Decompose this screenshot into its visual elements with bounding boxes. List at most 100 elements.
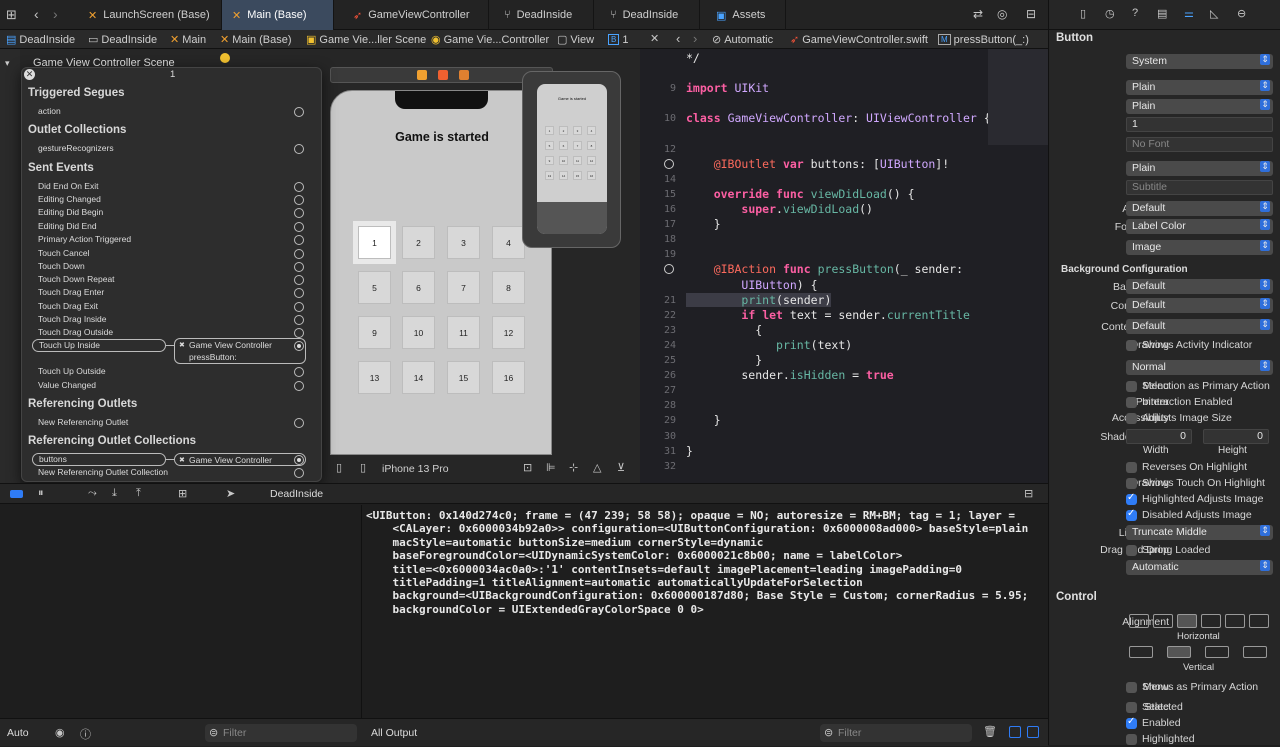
breakpoint-icon[interactable]	[10, 490, 23, 498]
attributes-icon[interactable]: ⚌	[1184, 7, 1194, 20]
game-button[interactable]: 11	[447, 316, 480, 349]
foreground-value-select[interactable]: Label Color	[1126, 219, 1273, 234]
device-model-label[interactable]: iPhone 13 Pro	[382, 463, 449, 475]
touch-highlight-checkbox[interactable]: Shows Touch On Highlight	[1126, 477, 1265, 489]
code-line[interactable]: {	[686, 323, 762, 337]
disconnect-icon[interactable]: ✖	[179, 340, 185, 351]
connection-circle-icon[interactable]	[294, 144, 304, 154]
state-highlighted-checkbox[interactable]: Highlighted	[1126, 733, 1195, 745]
shadow-width-field[interactable]: 0	[1126, 429, 1192, 444]
first-responder-icon[interactable]	[438, 70, 448, 80]
breadcrumb-folder[interactable]: ▭ DeadInside	[88, 31, 157, 48]
code-line[interactable]: }	[686, 353, 762, 367]
insets-value-select[interactable]: Default	[1126, 319, 1273, 334]
grid-icon[interactable]: ⊞	[6, 7, 17, 23]
disabled-adjusts-checkbox[interactable]: Disabled Adjusts Image	[1126, 508, 1252, 521]
game-button[interactable]: 2	[402, 226, 435, 259]
tab-launchscreen[interactable]: ✕ LaunchScreen (Base)	[78, 0, 222, 30]
embed-in-icon[interactable]: ⊻	[617, 461, 625, 474]
sidebar-toggle-icon[interactable]: ▯	[336, 461, 342, 474]
buttons-outlet-source[interactable]: buttons	[32, 453, 166, 466]
game-button[interactable]: 4	[492, 226, 525, 259]
code-line[interactable]: sender.isHidden = true	[686, 368, 893, 382]
shadow-height-field[interactable]: 0	[1203, 429, 1269, 444]
breadcrumb-swift-file[interactable]: ➶ GameViewController.swift	[790, 31, 928, 48]
game-button[interactable]: 5	[358, 271, 391, 304]
minimap[interactable]	[988, 49, 1048, 145]
role-value-select[interactable]: Normal	[1126, 360, 1273, 375]
game-button[interactable]: 16	[492, 361, 525, 394]
vertical-alignment-icon[interactable]	[1129, 646, 1153, 658]
highlighted-adjusts-checkbox[interactable]: Highlighted Adjusts Image	[1126, 492, 1263, 505]
game-button[interactable]: 14	[402, 361, 435, 394]
connection-circle-icon[interactable]	[294, 288, 304, 298]
game-button[interactable]: 6	[402, 271, 435, 304]
game-button[interactable]: 1	[358, 226, 391, 259]
view-controller-icon[interactable]	[417, 70, 427, 80]
connection-circle-icon[interactable]	[294, 182, 304, 192]
step-in-icon[interactable]: ⤓	[112, 487, 117, 500]
tab-assets[interactable]: ▣ Assets	[706, 0, 786, 30]
pointer-check-checkbox[interactable]: Interaction Enabled	[1126, 396, 1232, 408]
connection-circle-icon[interactable]	[294, 367, 304, 377]
game-button[interactable]: 7	[447, 271, 480, 304]
add-editor-icon[interactable]: ⊟	[1026, 7, 1036, 21]
close-popover-icon[interactable]: ✕	[24, 69, 35, 80]
code-line[interactable]: class GameViewController: UIViewControll…	[686, 111, 991, 125]
tab-deadinside-2[interactable]: ⑂ DeadInside	[600, 0, 700, 30]
code-line[interactable]: }	[686, 444, 693, 458]
code-line[interactable]: }	[686, 413, 721, 427]
horizontal-alignment-icon[interactable]	[1153, 614, 1173, 628]
code-line[interactable]: import UIKit	[686, 81, 769, 95]
connection-circle-icon[interactable]	[294, 107, 304, 117]
exit-icon[interactable]	[459, 70, 469, 80]
forward-arrow-icon[interactable]: ›	[693, 31, 697, 46]
game-button[interactable]: 15	[447, 361, 480, 394]
preview-window[interactable]: Game is started 1 2 3 4 5 6 7 8 9 10 11 12 13 14 15 16	[522, 71, 621, 248]
trash-icon[interactable]: 🗑	[983, 725, 997, 738]
font-placeholder-field[interactable]: No Font	[1126, 137, 1273, 152]
debug-target[interactable]: DeadInside	[270, 488, 323, 500]
forward-arrow-icon[interactable]: ›	[53, 6, 58, 22]
buttons-outlet-target[interactable]: ✖ Game View Controller	[174, 453, 306, 466]
connection-circle-icon[interactable]	[294, 275, 304, 285]
code-line[interactable]: if let text = sender.currentTitle	[686, 308, 970, 322]
file-inspector-icon[interactable]: ▯	[1080, 7, 1086, 20]
connection-dot-icon[interactable]	[664, 158, 674, 169]
step-over-icon[interactable]: ⤳	[88, 487, 97, 500]
device-icon[interactable]: ▯	[360, 461, 366, 474]
vertical-alignment-icon[interactable]	[1205, 646, 1229, 658]
help-icon[interactable]: ?	[1132, 7, 1138, 19]
ctrl-menu-check-checkbox[interactable]: Shows as Primary Action	[1126, 681, 1258, 693]
step-out-icon[interactable]: ⤒	[136, 487, 141, 500]
connection-circle-icon[interactable]	[294, 328, 304, 338]
code-line[interactable]: }	[686, 217, 721, 231]
connection-circle-icon[interactable]	[294, 235, 304, 245]
connection-circle-icon[interactable]	[294, 262, 304, 272]
breadcrumb-scene[interactable]: ▣ Game Vie...ller Scene	[306, 31, 426, 48]
corner-value-select[interactable]: Default	[1126, 298, 1273, 313]
game-button[interactable]: 8	[492, 271, 525, 304]
connection-circle-icon[interactable]	[294, 195, 304, 205]
game-button[interactable]: 10	[402, 316, 435, 349]
connection-circle-icon[interactable]	[294, 249, 304, 259]
background-value-select[interactable]: Default	[1126, 279, 1273, 294]
add-constraints-icon[interactable]: ⊹	[569, 461, 578, 474]
title-text-field[interactable]: 1	[1126, 117, 1273, 132]
location-icon[interactable]: ➤	[226, 487, 235, 500]
breadcrumb-automatic[interactable]: ⊘ Automatic	[712, 31, 773, 48]
variables-mode-select[interactable]: Auto	[7, 727, 29, 739]
breadcrumb-method[interactable]: MpressButton(_:)	[938, 31, 1029, 48]
breadcrumb-main[interactable]: ✕ Main	[170, 31, 206, 48]
behavior-value-select[interactable]: Automatic	[1126, 560, 1273, 575]
menu-check-checkbox[interactable]: Selection as Primary Action	[1126, 380, 1270, 392]
tab-deadinside-1[interactable]: ⑂ DeadInside	[494, 0, 594, 30]
code-line[interactable]: print(sender)	[686, 292, 832, 307]
console-filter[interactable]: ⊜ Filter	[820, 724, 972, 742]
identity-icon[interactable]: ▤	[1157, 7, 1167, 20]
code-line[interactable]: UIButton) {	[686, 278, 817, 292]
breadcrumb-view[interactable]: ▢ View	[557, 31, 594, 48]
title-value-select[interactable]: Plain	[1126, 99, 1273, 114]
horizontal-alignment-icon[interactable]	[1201, 614, 1221, 628]
code-line[interactable]: print(text)	[686, 338, 852, 352]
